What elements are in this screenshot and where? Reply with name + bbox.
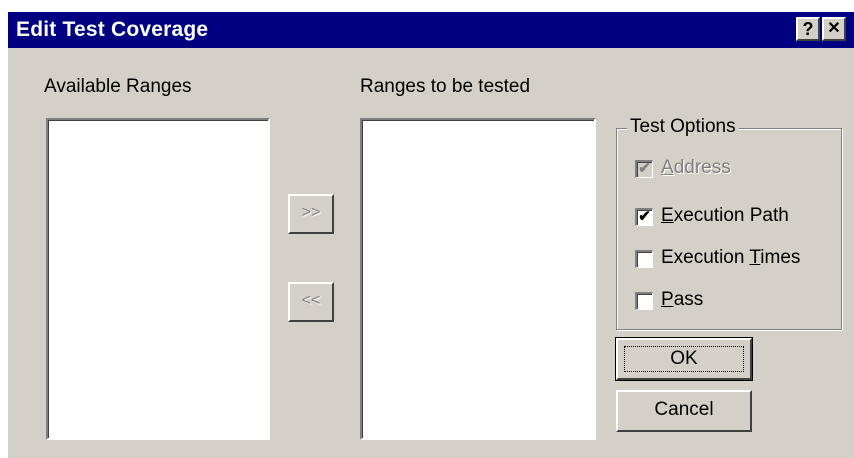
dialog-title: Edit Test Coverage (16, 18, 209, 41)
execution-path-checkbox[interactable]: ✔ (635, 208, 653, 226)
available-ranges-listbox[interactable] (46, 118, 270, 440)
pass-checkbox[interactable] (635, 292, 653, 310)
pass-label: Pass (661, 289, 704, 310)
remove-range-label: << (301, 292, 321, 309)
address-checkbox[interactable]: ✔ (635, 160, 653, 178)
cancel-label: Cancel (654, 399, 714, 420)
ranges-to-test-listbox[interactable] (360, 118, 596, 440)
add-range-button[interactable]: >> (288, 194, 334, 234)
execution-times-checkbox[interactable] (635, 250, 653, 268)
address-label: Address (661, 157, 731, 178)
remove-range-button[interactable]: << (288, 282, 334, 322)
ranges-to-test-label: Ranges to be tested (360, 76, 531, 97)
add-range-label: >> (301, 204, 321, 221)
ok-button[interactable]: OK (615, 337, 753, 381)
test-options-group: Test Options ✔ Address ✔ Execution Path … (616, 116, 842, 330)
close-icon: ✕ (827, 20, 841, 37)
execution-path-label: Execution Path (661, 205, 789, 226)
available-ranges-label: Available Ranges (44, 76, 192, 97)
ok-focus-rect: OK (624, 346, 744, 372)
help-button[interactable]: ? (796, 17, 820, 41)
close-button[interactable]: ✕ (822, 17, 846, 41)
cancel-button[interactable]: Cancel (616, 390, 752, 432)
execution-times-label: Execution Times (661, 247, 801, 268)
edit-test-coverage-dialog: Edit Test Coverage ? ✕ Available Ranges … (6, 10, 854, 458)
help-icon: ? (802, 19, 814, 39)
ok-label: OK (670, 348, 698, 369)
test-options-legend: Test Options (627, 116, 739, 138)
title-bar[interactable]: Edit Test Coverage ? ✕ (8, 12, 854, 48)
